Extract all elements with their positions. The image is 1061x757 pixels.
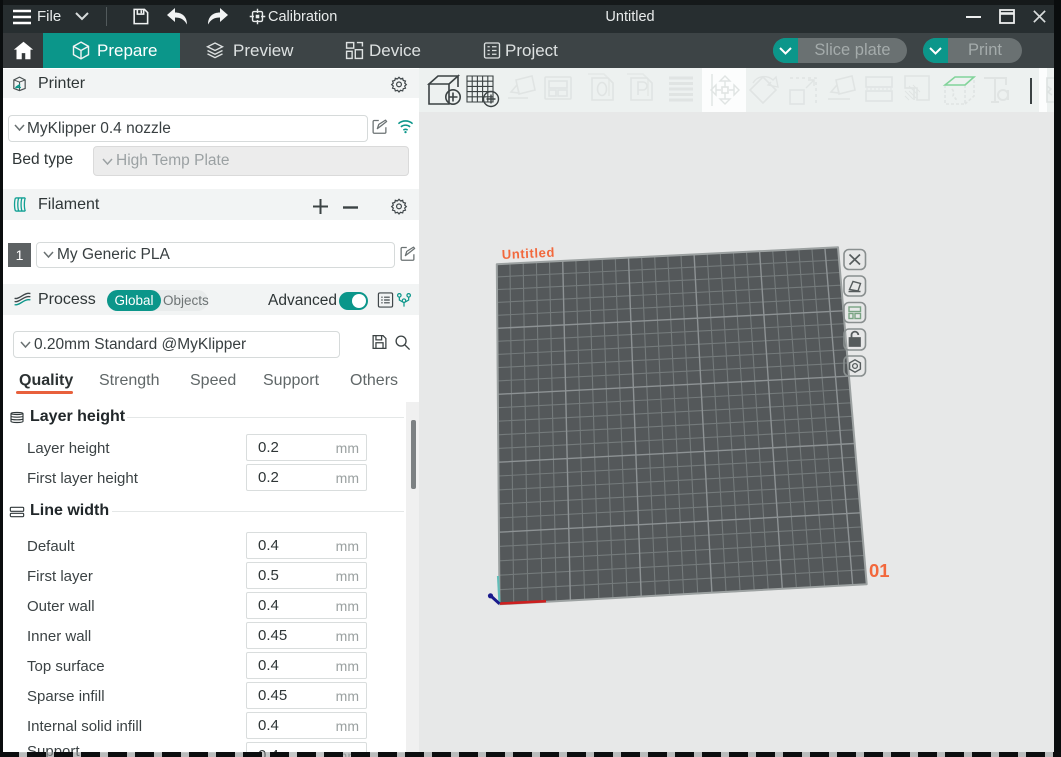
svg-text:Untitled: Untitled bbox=[501, 245, 555, 262]
svg-text:01: 01 bbox=[869, 560, 890, 581]
